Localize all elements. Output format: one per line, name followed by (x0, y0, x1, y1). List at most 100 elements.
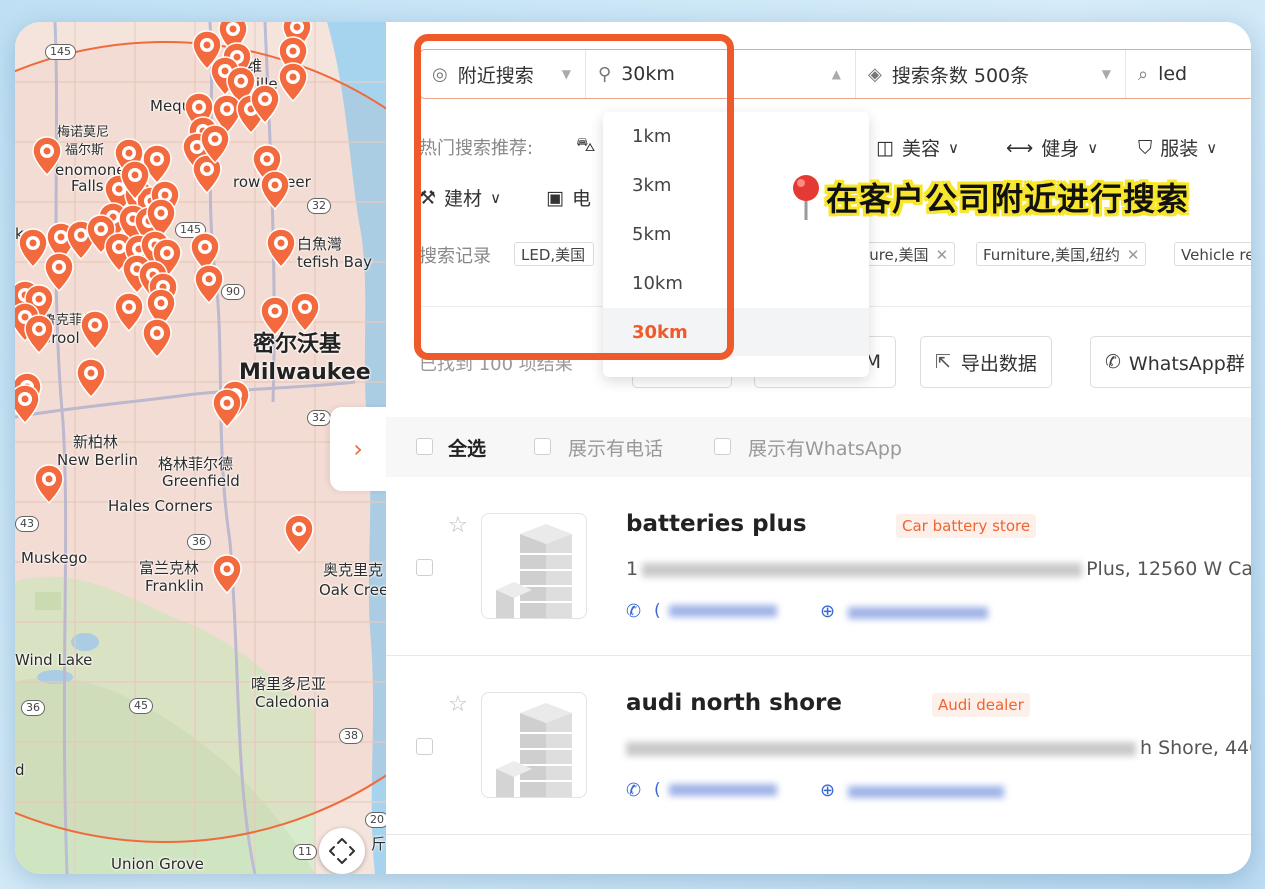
search-mode-select[interactable]: ◎ 附近搜索 ▼ (420, 50, 586, 98)
radius-select[interactable]: ⚲ 30km ▲ (586, 50, 856, 98)
select-all-label: 全选 (448, 438, 487, 460)
history-tag[interactable]: LED,美国 (514, 242, 594, 266)
map-pin-marker[interactable] (76, 358, 106, 399)
history-tag[interactable]: Vehicle re (1174, 242, 1251, 266)
hot-search-car-chip[interactable]: ⛍ (576, 134, 596, 159)
map-pin-marker[interactable] (266, 228, 296, 269)
car-icon: ⛍ (576, 134, 596, 156)
star-icon[interactable]: ☆ (448, 692, 468, 717)
dumbbell-icon: ⟷ (1006, 136, 1034, 159)
layers-icon: ◈ (868, 63, 882, 85)
has-whatsapp-label: 展示有WhatsApp (748, 438, 902, 460)
has-phone-checkbox[interactable] (534, 438, 551, 455)
result-card[interactable]: ☆ batteries plus Car battery store 1 Plus… (386, 477, 1251, 656)
tools-icon: ⚒ (419, 186, 437, 209)
map-pin-marker[interactable] (142, 318, 172, 359)
label-oak-creek: Oak Cree (319, 581, 386, 599)
map-pin-marker[interactable] (114, 292, 144, 333)
location-icon: ◎ (432, 63, 448, 85)
business-address: h Shore, 440 (626, 737, 1251, 759)
map-pin-marker[interactable] (260, 170, 290, 211)
caret-down-icon: ▼ (1101, 67, 1111, 81)
route-shield: 36 (187, 534, 211, 550)
globe-icon: ⊕ (820, 780, 836, 801)
map-pin-marker[interactable] (250, 84, 280, 125)
map-view[interactable]: 梅诺莫尼 福尔斯 enomonee Falls Mequon 维 ville r… (15, 22, 386, 874)
business-name[interactable]: audi north shore (626, 690, 842, 716)
caret-up-icon: ▲ (831, 67, 841, 81)
close-icon[interactable]: ✕ (936, 246, 949, 264)
phone-link[interactable]: ( (654, 780, 777, 800)
has-phone-label: 展示有电话 (568, 438, 664, 460)
map-pin-marker[interactable] (194, 264, 224, 305)
route-shield: 90 (221, 284, 245, 300)
label-franklin: Franklin (145, 577, 204, 595)
chip-label: 健身 (1041, 138, 1080, 160)
recenter-map-button[interactable] (319, 828, 365, 874)
map-pin-marker[interactable] (260, 296, 290, 337)
close-icon[interactable]: ✕ (1127, 246, 1140, 264)
tv-icon: ▣ (546, 186, 564, 209)
chip-label: 建材 (444, 188, 483, 210)
radius-option[interactable]: 1km (603, 112, 869, 160)
hot-search-building[interactable]: ⚒ 建材 ∨ (419, 184, 501, 211)
result-checkbox[interactable] (416, 738, 433, 755)
route-shield: 36 (21, 700, 45, 716)
chip-label: 服装 (1160, 138, 1199, 160)
label-jin: 斤 (371, 835, 386, 853)
hot-search-electric[interactable]: ▣ 电 (546, 184, 591, 211)
route-shield: 20 (365, 812, 386, 828)
export-icon: ⇱ (935, 351, 951, 373)
pin-icon: ⚲ (598, 63, 612, 85)
history-tag-label: LED,美国 (521, 246, 586, 264)
business-name[interactable]: batteries plus (626, 511, 807, 537)
result-card[interactable]: ☆ audi north shore Audi dealer h Shore, … (386, 656, 1251, 835)
label-caledonia: Caledonia (255, 693, 330, 711)
radius-option[interactable]: 10km (603, 259, 869, 307)
route-shield: 43 (15, 516, 39, 532)
map-pin-marker[interactable] (15, 384, 40, 425)
has-whatsapp-checkbox[interactable] (714, 438, 731, 455)
map-pin-marker[interactable] (278, 62, 308, 103)
chevron-down-icon: ∨ (1087, 138, 1099, 157)
map-pin-marker[interactable] (200, 124, 230, 165)
radius-option-selected[interactable]: 30km (603, 308, 869, 356)
website-link[interactable] (848, 601, 988, 623)
map-pin-marker[interactable] (212, 554, 242, 595)
map-pin-marker[interactable] (32, 136, 62, 177)
map-pin-marker[interactable] (284, 514, 314, 555)
result-count-select[interactable]: ◈ 搜索条数 500条 ▼ (856, 50, 1126, 98)
label-hales-corners: Hales Corners (108, 497, 213, 515)
route-shield: 32 (307, 410, 331, 426)
hot-search-clothing[interactable]: ⛉ 服装 ∨ (1138, 134, 1217, 161)
route-shield: 145 (45, 44, 76, 60)
whatsapp-button-label: WhatsApp群 (1128, 352, 1245, 375)
search-mode-label: 附近搜索 (457, 64, 534, 87)
chip-label: 美容 (901, 138, 940, 160)
result-checkbox[interactable] (416, 559, 433, 576)
select-bar: 全选 展示有电话 展示有WhatsApp (386, 417, 1251, 477)
phone-link[interactable]: ( (654, 601, 777, 621)
phone-icon: ✆ (626, 601, 642, 622)
map-pin-marker[interactable] (80, 310, 110, 351)
map-pin-marker[interactable] (290, 292, 320, 333)
star-icon[interactable]: ☆ (448, 513, 468, 538)
map-pin-marker[interactable] (212, 388, 242, 429)
building-icon (496, 703, 572, 797)
label-menomonee-cn: 梅诺莫尼 (57, 125, 110, 140)
hot-search-fitness[interactable]: ⟷ 健身 ∨ (1006, 134, 1098, 161)
map-pin-marker[interactable] (34, 464, 64, 505)
building-icon (496, 524, 572, 618)
map-pin-marker[interactable] (120, 160, 150, 201)
export-data-button[interactable]: ⇱ 导出数据 (920, 336, 1052, 388)
keyword-input[interactable]: ⌕ led (1126, 50, 1251, 98)
export-button-label: 导出数据 (960, 352, 1037, 375)
history-tag[interactable]: Furniture,美国,纽约 ✕ (976, 242, 1147, 266)
whatsapp-group-button[interactable]: ✆ WhatsApp群 (1090, 336, 1251, 388)
label-franklin-cn: 富兰克林 (139, 559, 200, 577)
map-pin-marker[interactable] (24, 314, 54, 355)
website-link[interactable] (848, 780, 1004, 802)
select-all-checkbox[interactable] (416, 438, 433, 455)
expand-panel-button[interactable]: › (330, 407, 386, 491)
hot-search-beauty[interactable]: ◫ 美容 ∨ (876, 134, 959, 161)
